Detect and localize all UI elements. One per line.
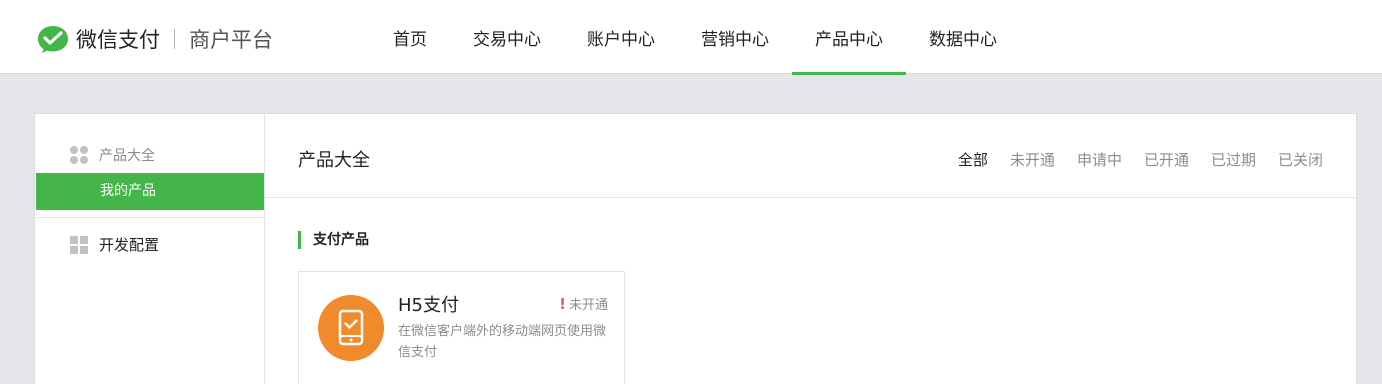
product-card-h5-pay[interactable]: H5支付 ! 未开通 在微信客户端外的移动端网页使用微信支付 [298, 271, 625, 384]
status-filters: 全部 未开通 申请中 已开通 已过期 已关闭 [936, 149, 1323, 170]
filter-applying[interactable]: 申请中 [1077, 149, 1122, 170]
sidebar-item-my-products[interactable]: 我的产品 [36, 173, 264, 210]
sidebar-group-products: 产品大全 [69, 145, 155, 165]
sidebar-item-dev-config[interactable]: 开发配置 [69, 234, 159, 255]
filter-not-opened[interactable]: 未开通 [1010, 149, 1055, 170]
product-name: H5支付 [398, 295, 459, 316]
content-header: 产品大全 全部 未开通 申请中 已开通 已过期 已关闭 [265, 114, 1356, 198]
filter-opened[interactable]: 已开通 [1144, 149, 1189, 170]
product-status-label: 未开通 [568, 298, 608, 313]
sidebar-item-dev-label: 开发配置 [99, 236, 160, 254]
logo-divider [174, 29, 175, 49]
brand-subtitle: 商户平台 [189, 28, 273, 52]
wechat-pay-logo-icon [38, 26, 68, 53]
sidebar-group-label: 产品大全 [99, 148, 155, 164]
product-status: ! 未开通 [559, 294, 608, 314]
sidebar: 产品大全 我的产品 开发配置 [35, 114, 265, 384]
page-title: 产品大全 [298, 150, 370, 171]
grid-icon [70, 235, 88, 254]
logo[interactable]: 微信支付 商户平台 [36, 22, 273, 56]
main-nav: 首页 交易中心 账户中心 营销中心 产品中心 数据中心 [370, 0, 1020, 75]
mobile-check-icon [318, 295, 384, 361]
content-area: 产品大全 全部 未开通 申请中 已开通 已过期 已关闭 支付产品 H5支付 ! [265, 114, 1356, 384]
nav-account[interactable]: 账户中心 [564, 0, 678, 74]
section-title-payment-products: 支付产品 [298, 231, 369, 249]
product-description: 在微信客户端外的移动端网页使用微信支付 [398, 324, 607, 360]
alert-exclamation-icon: ! [559, 294, 566, 313]
nav-transactions[interactable]: 交易中心 [450, 0, 564, 74]
main-panel: 产品大全 我的产品 开发配置 产品大全 全部 未开通 申请中 已开通 已过期 已… [34, 113, 1357, 384]
filter-closed[interactable]: 已关闭 [1278, 149, 1323, 170]
filter-expired[interactable]: 已过期 [1211, 149, 1256, 170]
brand-name: 微信支付 [76, 28, 160, 52]
top-header: 微信支付 商户平台 首页 交易中心 账户中心 营销中心 产品中心 数据中心 [0, 0, 1382, 75]
nav-products[interactable]: 产品中心 [792, 0, 906, 75]
sidebar-divider [35, 217, 264, 218]
nav-home[interactable]: 首页 [370, 0, 450, 74]
nav-marketing[interactable]: 营销中心 [678, 0, 792, 74]
nav-data[interactable]: 数据中心 [906, 0, 1020, 74]
filter-all[interactable]: 全部 [958, 149, 988, 170]
four-dots-icon [70, 146, 88, 164]
